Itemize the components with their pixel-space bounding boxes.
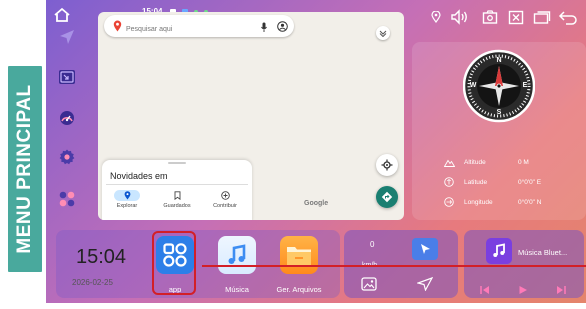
dashboard-icon[interactable] [54, 106, 80, 128]
file-manager-label: Ger. Arquivos [276, 285, 322, 294]
clock-apps-card: 15:04 2026-02-25 app Música Ger. Arquivo… [56, 230, 340, 298]
latitude-icon [444, 177, 458, 187]
clock-date: 2026-02-25 [72, 278, 113, 287]
compass-widget: N S E W Altitude 0 M Latitude 0°0'0" E L… [412, 42, 586, 220]
next-track-icon[interactable] [554, 284, 568, 296]
recent-apps-icon[interactable] [532, 8, 552, 26]
music-app-label: Música [225, 285, 249, 294]
novidades-panel[interactable]: Novidades em Explorar Guardados Contribu… [102, 160, 252, 220]
directions-icon[interactable] [376, 186, 398, 208]
speed-card: 0 km/h [344, 230, 458, 298]
home-icon[interactable] [52, 6, 72, 24]
file-manager-button[interactable] [280, 236, 318, 274]
bookmark-icon [157, 190, 197, 201]
longitude-label: Longitude [464, 198, 493, 206]
mountain-icon [444, 158, 458, 167]
add-circle-icon [205, 190, 245, 201]
tab-explorar[interactable]: Explorar [107, 190, 147, 220]
menu-principal-banner: MENU PRINCIPAL [8, 66, 42, 272]
altitude-label: Altitude [464, 158, 486, 166]
navigation-button[interactable] [412, 238, 438, 260]
latitude-row: Latitude 0°0'0" E [444, 176, 541, 188]
tab-guardados[interactable]: Guardados [157, 190, 197, 220]
altitude-row: Altitude 0 M [444, 156, 529, 168]
picture-in-picture-icon[interactable] [54, 66, 80, 88]
clock-time: 15:04 [76, 246, 127, 268]
cursor-arrow-icon [421, 244, 430, 254]
compass-dial: N S E W [462, 42, 536, 126]
novidades-title: Novidades em [110, 171, 168, 181]
send-arrow-icon[interactable] [416, 276, 434, 292]
callout-line [202, 265, 586, 267]
music-app-button[interactable] [218, 236, 256, 274]
music-card: Música Bluet... [464, 230, 584, 298]
app-grid-icon[interactable] [54, 188, 80, 210]
settings-gear-icon[interactable] [54, 146, 80, 168]
drag-handle[interactable] [168, 162, 186, 164]
search-input[interactable]: Pesquisar aqui [126, 26, 172, 33]
google-logo: Google [304, 200, 329, 207]
music-note-icon [493, 243, 505, 257]
screenshot-icon[interactable] [480, 8, 500, 26]
microphone-icon[interactable] [260, 21, 268, 32]
tab-guardados-label: Guardados [163, 203, 191, 209]
google-maps-widget[interactable]: Pesquisar aqui Google Novidades em Explo… [98, 12, 404, 220]
longitude-row: Longitude 0°0'0" N [444, 196, 542, 208]
album-art [486, 238, 512, 264]
compass-north-label: N [496, 57, 502, 64]
explore-pin-icon [114, 190, 140, 201]
longitude-value: 0°0'0" N [518, 198, 542, 206]
play-icon[interactable] [516, 284, 530, 296]
navigation-arrow-icon[interactable] [54, 26, 80, 48]
compass-south-label: S [496, 109, 502, 116]
compass-east-label: E [522, 82, 528, 89]
speed-value: 0 [370, 240, 375, 249]
previous-track-icon[interactable] [478, 284, 492, 296]
altitude-value: 0 M [518, 158, 529, 166]
account-icon[interactable] [276, 20, 288, 32]
close-window-icon[interactable] [506, 8, 526, 26]
my-location-icon[interactable] [376, 154, 398, 176]
music-title: Música Bluet... [518, 248, 568, 257]
compass-west-label: W [469, 82, 477, 89]
back-icon[interactable] [558, 8, 578, 26]
location-icon [426, 8, 446, 26]
volume-icon[interactable] [450, 8, 470, 26]
gallery-icon[interactable] [360, 276, 378, 292]
tab-contribuir-label: Contribuir [213, 203, 237, 209]
tab-contribuir[interactable]: Contribuir [205, 190, 245, 220]
highlight-box [152, 231, 196, 295]
map-search-bar[interactable]: Pesquisar aqui [104, 15, 294, 37]
menu-principal-label: MENU PRINCIPAL [14, 84, 35, 254]
latitude-label: Latitude [464, 178, 488, 186]
maps-pin-icon [112, 19, 122, 33]
map-layers-icon[interactable] [376, 26, 390, 40]
folder-icon [287, 247, 311, 265]
music-note-icon [228, 244, 246, 264]
longitude-icon [444, 197, 458, 207]
tab-explorar-label: Explorar [116, 203, 138, 209]
divider [106, 184, 248, 185]
latitude-value: 0°0'0" E [518, 178, 542, 186]
car-home-screen: 15:04 Pesquisar aqui [46, 0, 586, 303]
